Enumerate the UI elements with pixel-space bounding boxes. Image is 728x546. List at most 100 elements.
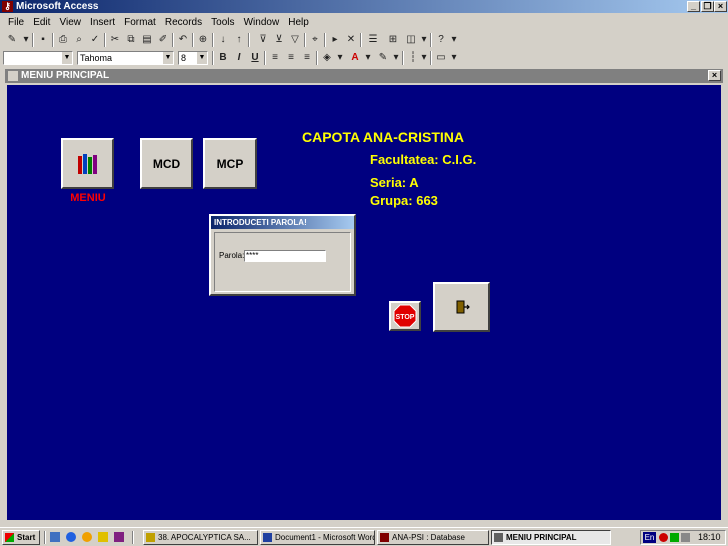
properties-icon[interactable]: ☰ — [366, 33, 380, 47]
align-left-icon[interactable]: ≡ — [268, 51, 282, 65]
font-color-icon[interactable]: A — [348, 51, 362, 65]
chevron-down-icon: ▼ — [62, 52, 72, 64]
access-key-icon: ⚷ — [2, 1, 13, 12]
close-icon[interactable]: × — [714, 1, 727, 12]
hyperlink-icon[interactable]: ⊕ — [196, 33, 210, 47]
menu-format[interactable]: Format — [124, 17, 156, 28]
special-effect-icon[interactable]: ▭ — [434, 51, 448, 65]
save-icon[interactable]: ▪ — [36, 33, 50, 47]
form-title-bar: MENIU PRINCIPAL × — [5, 69, 723, 83]
print-icon[interactable]: ⎙ — [56, 33, 70, 47]
media-player-icon[interactable] — [82, 532, 92, 542]
find-icon[interactable]: ⌖ — [308, 33, 322, 47]
mcd-button[interactable]: MCD — [140, 138, 193, 189]
minimize-icon[interactable]: _ — [687, 1, 700, 12]
cut-icon[interactable]: ✂ — [108, 33, 122, 47]
paste-icon[interactable]: ▤ — [140, 33, 154, 47]
delete-record-icon[interactable]: ✕ — [344, 33, 358, 47]
font-size-value: 8 — [181, 53, 187, 63]
task-meniu-principal[interactable]: MENIU PRINCIPAL — [491, 530, 611, 545]
print-preview-icon[interactable]: ⌕ — [72, 33, 86, 47]
mcp-button[interactable]: MCP — [203, 138, 257, 189]
spelling-icon[interactable]: ✓ — [88, 33, 102, 47]
language-indicator[interactable]: En — [643, 532, 656, 543]
apply-filter-icon[interactable]: ▽ — [288, 33, 302, 47]
series-label: Seria: A — [370, 175, 419, 190]
chevron-down-icon[interactable]: ▾ — [392, 51, 400, 65]
system-tray: En 18:10 — [640, 530, 726, 545]
font-value: Tahoma — [80, 53, 113, 63]
menu-label: MENIU — [70, 192, 106, 204]
password-dialog: INTRODUCETI PAROLA! Parola: **** — [209, 214, 356, 296]
menu-button[interactable] — [61, 138, 114, 189]
start-button[interactable]: Start — [2, 530, 40, 545]
copy-icon[interactable]: ⧉ — [124, 33, 138, 47]
stop-label: STOP — [396, 314, 415, 321]
dialog-panel — [214, 232, 351, 292]
task-apocalyptica[interactable]: 38. APOCALYPTICA SA... — [143, 530, 258, 545]
view-icon[interactable]: ✎ — [5, 33, 19, 47]
stop-button[interactable]: STOP — [389, 301, 421, 331]
antivirus-icon[interactable] — [659, 533, 668, 542]
font-size-combo[interactable]: 8 ▼ — [178, 51, 208, 65]
new-record-icon[interactable]: ▸ — [328, 33, 342, 47]
task-label: Document1 - Microsoft Word — [275, 533, 375, 542]
database-window-icon[interactable]: ⊞ — [386, 33, 400, 47]
formatting-toolbar: ▼ Tahoma ▼ 8 ▼ B I U ≡ ≡ ≡ ◈ ▾ A ▾ ✎ ▾ ┆ ▾… — [0, 49, 728, 67]
restore-icon[interactable]: ❐ — [701, 1, 714, 12]
chevron-down-icon[interactable]: ▾ — [450, 33, 458, 47]
internet-explorer-icon[interactable] — [66, 532, 76, 542]
database-icon — [380, 533, 389, 542]
exit-button[interactable] — [433, 282, 490, 332]
underline-button[interactable]: U — [248, 51, 262, 65]
align-center-icon[interactable]: ≡ — [284, 51, 298, 65]
bold-button[interactable]: B — [216, 51, 230, 65]
task-database[interactable]: ANA-PSI : Database — [377, 530, 489, 545]
chevron-down-icon[interactable]: ▾ — [450, 51, 458, 65]
task-word[interactable]: Document1 - Microsoft Word — [260, 530, 375, 545]
chevron-down-icon[interactable]: ▾ — [364, 51, 372, 65]
password-input[interactable]: **** — [244, 250, 326, 262]
menu-records[interactable]: Records — [165, 17, 202, 28]
filter-by-selection-icon[interactable]: ⊽ — [256, 33, 270, 47]
show-desktop-icon[interactable] — [50, 532, 60, 542]
help-icon[interactable]: ? — [434, 33, 448, 47]
menu-help[interactable]: Help — [288, 17, 309, 28]
object-combo[interactable]: ▼ — [3, 51, 73, 65]
sort-ascending-icon[interactable]: ↓ — [216, 33, 230, 47]
network-icon[interactable] — [670, 533, 679, 542]
volume-icon[interactable] — [681, 533, 690, 542]
undo-icon[interactable]: ↶ — [176, 33, 190, 47]
font-combo[interactable]: Tahoma ▼ — [77, 51, 174, 65]
main-menu-form: MENIU MCD MCP CAPOTA ANA-CRISTINA Facult… — [5, 83, 723, 522]
chevron-down-icon[interactable]: ▾ — [336, 51, 344, 65]
winamp-icon[interactable] — [114, 532, 124, 542]
menu-view[interactable]: View — [59, 17, 81, 28]
format-painter-icon[interactable]: ✐ — [156, 33, 170, 47]
sort-descending-icon[interactable]: ↑ — [232, 33, 246, 47]
line-width-icon[interactable]: ┆ — [406, 51, 420, 65]
menu-edit[interactable]: Edit — [33, 17, 50, 28]
explorer-icon[interactable] — [98, 532, 108, 542]
menu-file[interactable]: File — [8, 17, 24, 28]
task-label: ANA-PSI : Database — [392, 533, 465, 542]
menu-insert[interactable]: Insert — [90, 17, 115, 28]
chevron-down-icon[interactable]: ▾ — [420, 33, 428, 47]
form-icon — [494, 533, 503, 542]
filter-by-form-icon[interactable]: ⊻ — [272, 33, 286, 47]
chevron-down-icon[interactable]: ▾ — [420, 51, 428, 65]
italic-button[interactable]: I — [232, 51, 246, 65]
close-icon[interactable]: × — [708, 70, 721, 81]
align-right-icon[interactable]: ≡ — [300, 51, 314, 65]
menu-window[interactable]: Window — [244, 17, 280, 28]
clock[interactable]: 18:10 — [698, 531, 721, 544]
dialog-title: INTRODUCETI PAROLA! — [211, 216, 354, 229]
line-color-icon[interactable]: ✎ — [376, 51, 390, 65]
standard-toolbar: ✎ ▾ ▪ ⎙ ⌕ ✓ ✂ ⧉ ▤ ✐ ↶ ⊕ ↓ ↑ ⊽ ⊻ ▽ ⌖ ▸ ✕ … — [0, 31, 728, 49]
menu-tools[interactable]: Tools — [211, 17, 234, 28]
new-object-icon[interactable]: ◫ — [404, 33, 418, 47]
author-name: CAPOTA ANA-CRISTINA — [302, 129, 465, 145]
stop-sign-icon: STOP — [393, 304, 417, 328]
fill-color-icon[interactable]: ◈ — [320, 51, 334, 65]
chevron-down-icon[interactable]: ▾ — [22, 33, 30, 47]
